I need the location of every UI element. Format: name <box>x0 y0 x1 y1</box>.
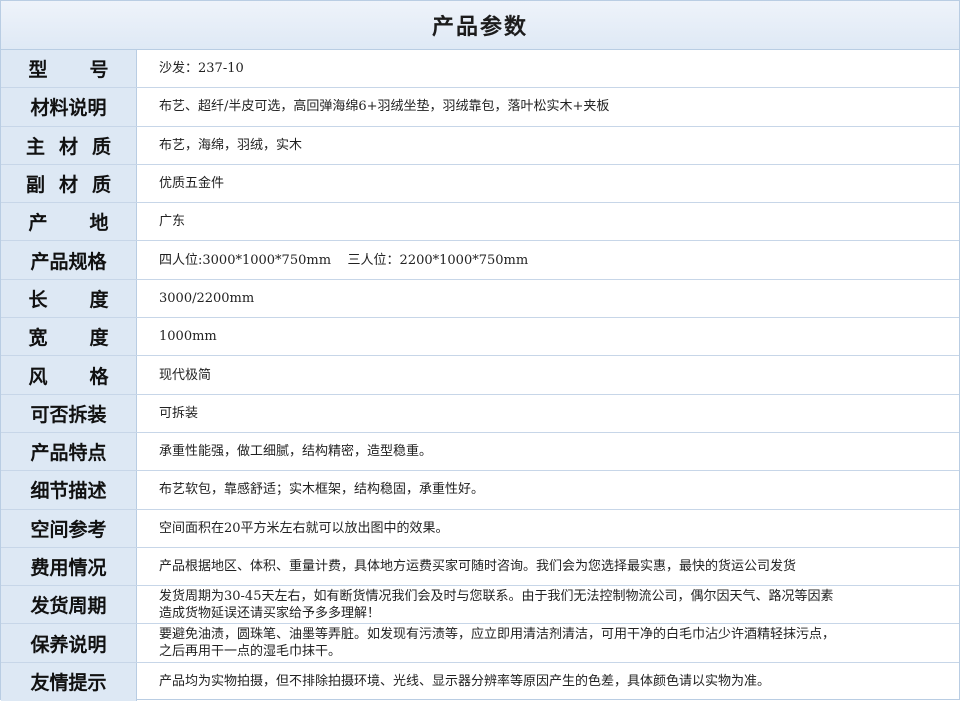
param-value-cell: 发货周期为30-45天左右，如有断货情况我们会及时与您联系。由于我们无法控制物流… <box>137 586 959 623</box>
param-label-cell: 产品规格 <box>1 241 137 279</box>
param-label: 材料说明 <box>30 97 107 120</box>
param-value-cell: 承重性能强，做工细腻，结构精密，造型稳重。 <box>137 433 959 470</box>
param-value-cell: 可拆装 <box>137 395 959 432</box>
param-label: 空间参考 <box>30 518 107 541</box>
param-value-cell: 产品均为实物拍摄，但不排除拍摄环境、光线、显示器分辨率等原因产生的色差，具体颜色… <box>137 663 959 701</box>
param-value: 发货周期为30-45天左右，如有断货情况我们会及时与您联系。由于我们无法控制物流… <box>159 588 834 621</box>
param-label: 保养说明 <box>30 633 107 656</box>
param-row-width: 宽度 1000mm <box>1 318 959 357</box>
param-row-delivery-cycle: 发货周期 发货周期为30-45天左右，如有断货情况我们会及时与您联系。由于我们无… <box>1 586 959 625</box>
param-label: 费用情况 <box>30 557 107 579</box>
param-value: 优质五金件 <box>159 176 225 192</box>
param-label: 产品规格 <box>30 250 107 273</box>
param-value: 布艺、超纤/半皮可选，高回弹海绵6+羽绒坐垫，羽绒靠包，落叶松实木+夹板 <box>159 99 610 115</box>
param-row-secondary-material: 副材质 优质五金件 <box>1 164 959 204</box>
param-value: 现代极简 <box>159 367 212 383</box>
param-row-detachable: 可否拆装 可拆装 <box>1 394 959 433</box>
param-label: 长度 <box>28 288 151 311</box>
param-row-origin: 产地 广东 <box>1 203 959 242</box>
param-label: 风格 <box>28 365 151 388</box>
param-value-cell: 四人位:3000*1000*750mm 三人位：2200*1000*750mm <box>137 241 959 278</box>
param-label: 主材质 <box>25 135 125 158</box>
param-value-cell: 3000/2200mm <box>137 280 959 317</box>
param-value-cell: 布艺，海绵，羽绒，实木 <box>137 127 959 164</box>
param-label-cell: 宽度 <box>1 318 137 356</box>
param-row-details: 细节描述 布艺软包，靠感舒适；实木框架，结构稳固，承重性好。 <box>1 471 959 510</box>
param-label-cell: 保养说明 <box>1 624 137 662</box>
param-label-cell: 长度 <box>1 279 137 318</box>
param-row-fees: 费用情况 产品根据地区、体积、重量计费，具体地方运费买家可随时咨询。我们会为您选… <box>1 547 959 587</box>
param-value-cell: 广东 <box>137 203 959 240</box>
param-value: 可拆装 <box>159 405 199 421</box>
param-value: 广东 <box>159 214 186 230</box>
param-value: 要避免油渍，圆珠笔、油墨等弄脏。如发现有污渍等，应立即用清洁剂清洁，可用干净的白… <box>159 627 836 660</box>
param-label: 产地 <box>28 212 151 235</box>
param-label: 副材质 <box>25 174 125 197</box>
param-value-cell: 布艺软包，靠感舒适；实木框架，结构稳固，承重性好。 <box>137 471 959 508</box>
param-row-friendly-tip: 友情提示 产品均为实物拍摄，但不排除拍摄环境、光线、显示器分辨率等原因产生的色差… <box>1 662 959 701</box>
param-label-cell: 发货周期 <box>1 586 137 624</box>
param-label-cell: 材料说明 <box>1 88 137 126</box>
param-row-space-reference: 空间参考 空间面积在20平方米左右就可以放出图中的效果。 <box>1 509 959 548</box>
param-value: 1000mm <box>159 329 217 345</box>
param-value-cell: 1000mm <box>137 318 959 355</box>
param-row-model: 型号 沙发：237-10 <box>1 50 959 89</box>
param-value: 3000/2200mm <box>159 290 255 306</box>
param-label-cell: 副材质 <box>1 164 137 203</box>
param-label: 细节描述 <box>30 480 107 503</box>
param-label-cell: 友情提示 <box>1 662 137 701</box>
param-label: 可否拆装 <box>30 403 107 426</box>
parameter-rows: 型号 沙发：237-10 材料说明 布艺、超纤/半皮可选，高回弹海绵6+羽绒坐垫… <box>1 50 959 701</box>
param-label-cell: 空间参考 <box>1 509 137 547</box>
param-value: 布艺软包，靠感舒适；实木框架，结构稳固，承重性好。 <box>159 482 485 498</box>
table-header: 产品参数 <box>1 1 959 50</box>
param-value: 空间面积在20平方米左右就可以放出图中的效果。 <box>159 520 449 536</box>
param-row-main-material: 主材质 布艺，海绵，羽绒，实木 <box>1 126 959 165</box>
param-label-cell: 可否拆装 <box>1 394 137 432</box>
param-label: 型号 <box>28 59 151 82</box>
param-label-cell: 费用情况 <box>1 547 137 586</box>
param-value-cell: 沙发：237-10 <box>137 50 959 87</box>
param-value: 布艺，海绵，羽绒，实木 <box>159 137 303 153</box>
param-row-material-notes: 材料说明 布艺、超纤/半皮可选，高回弹海绵6+羽绒坐垫，羽绒靠包，落叶松实木+夹… <box>1 88 959 127</box>
param-value-cell: 布艺、超纤/半皮可选，高回弹海绵6+羽绒坐垫，羽绒靠包，落叶松实木+夹板 <box>137 88 959 125</box>
param-row-maintenance: 保养说明 要避免油渍，圆珠笔、油墨等弄脏。如发现有污渍等，应立即用清洁剂清洁，可… <box>1 624 959 663</box>
param-row-style: 风格 现代极简 <box>1 356 959 395</box>
param-label: 宽度 <box>28 327 151 350</box>
param-label: 友情提示 <box>30 672 107 695</box>
param-value-cell: 空间面积在20平方米左右就可以放出图中的效果。 <box>137 510 959 547</box>
param-value-cell: 优质五金件 <box>137 165 959 202</box>
param-value: 产品均为实物拍摄，但不排除拍摄环境、光线、显示器分辨率等原因产生的色差，具体颜色… <box>159 674 771 690</box>
param-value: 承重性能强，做工细腻，结构精密，造型稳重。 <box>159 444 433 460</box>
param-label-cell: 风格 <box>1 356 137 394</box>
param-label: 产品特点 <box>30 442 107 465</box>
param-row-specification: 产品规格 四人位:3000*1000*750mm 三人位：2200*1000*7… <box>1 241 959 280</box>
param-label-cell: 产地 <box>1 203 137 241</box>
param-value: 沙发：237-10 <box>159 61 244 77</box>
param-value: 产品根据地区、体积、重量计费，具体地方运费买家可随时咨询。我们会为您选择最实惠，… <box>159 559 797 574</box>
param-value-cell: 要避免油渍，圆珠笔、油墨等弄脏。如发现有污渍等，应立即用清洁剂清洁，可用干净的白… <box>137 624 959 661</box>
table-title: 产品参数 <box>431 15 528 40</box>
param-label-cell: 产品特点 <box>1 432 137 471</box>
param-row-length: 长度 3000/2200mm <box>1 279 959 319</box>
param-label-cell: 型号 <box>1 50 137 88</box>
param-label-cell: 细节描述 <box>1 471 137 509</box>
param-row-features: 产品特点 承重性能强，做工细腻，结构精密，造型稳重。 <box>1 432 959 472</box>
param-value: 四人位:3000*1000*750mm 三人位：2200*1000*750mm <box>159 252 529 268</box>
param-label: 发货周期 <box>30 595 107 618</box>
product-parameters-table: 产品参数 型号 沙发：237-10 材料说明 布艺、超纤/半皮可选，高回弹海绵6… <box>0 0 960 701</box>
param-label-cell: 主材质 <box>1 126 137 164</box>
param-value-cell: 产品根据地区、体积、重量计费，具体地方运费买家可随时咨询。我们会为您选择最实惠，… <box>137 548 959 585</box>
param-value-cell: 现代极简 <box>137 356 959 393</box>
